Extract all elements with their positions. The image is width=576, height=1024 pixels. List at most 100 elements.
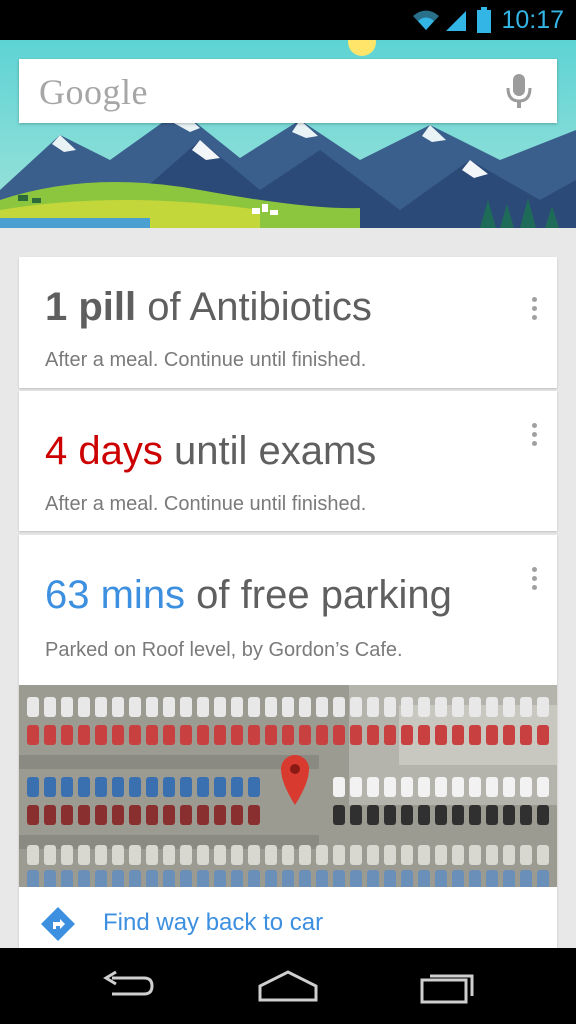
find-car-label: Find way back to car bbox=[103, 909, 324, 936]
parked-car bbox=[129, 777, 141, 797]
overflow-menu-icon[interactable] bbox=[529, 567, 539, 597]
headline-rest: of free parking bbox=[185, 573, 452, 617]
parking-map[interactable] bbox=[19, 685, 557, 887]
back-icon[interactable] bbox=[98, 964, 158, 1008]
parked-car bbox=[333, 697, 345, 717]
microphone-icon[interactable] bbox=[505, 73, 533, 109]
exams-card[interactable]: 4 days until exams After a meal. Continu… bbox=[19, 391, 557, 531]
parked-car bbox=[44, 777, 56, 797]
medication-card[interactable]: 1 pill of Antibiotics After a meal. Cont… bbox=[19, 257, 557, 388]
parked-car bbox=[27, 697, 39, 717]
parked-car bbox=[197, 805, 209, 825]
parked-car bbox=[44, 805, 56, 825]
parked-car bbox=[367, 805, 379, 825]
parked-car bbox=[537, 777, 549, 797]
parked-car bbox=[503, 845, 515, 865]
parked-car bbox=[61, 845, 73, 865]
parked-car bbox=[163, 777, 175, 797]
signal-icon bbox=[446, 11, 466, 31]
parked-car bbox=[27, 725, 39, 745]
directions-icon bbox=[41, 907, 75, 941]
parked-car bbox=[401, 845, 413, 865]
parked-car bbox=[452, 697, 464, 717]
parked-car bbox=[299, 845, 311, 865]
parked-car bbox=[316, 870, 328, 887]
parked-car bbox=[163, 725, 175, 745]
parked-car bbox=[316, 697, 328, 717]
parked-car bbox=[503, 870, 515, 887]
parked-car bbox=[248, 870, 260, 887]
parked-car bbox=[61, 697, 73, 717]
wifi-icon bbox=[413, 10, 439, 30]
parked-car bbox=[146, 845, 158, 865]
parked-car bbox=[486, 845, 498, 865]
headline-emphasis: 63 mins bbox=[45, 573, 186, 617]
parked-car bbox=[248, 697, 260, 717]
overflow-menu-icon[interactable] bbox=[529, 297, 539, 327]
parked-car bbox=[350, 697, 362, 717]
parked-car bbox=[418, 777, 430, 797]
parked-car bbox=[537, 845, 549, 865]
parked-car bbox=[452, 777, 464, 797]
parked-car bbox=[333, 725, 345, 745]
parked-car bbox=[146, 725, 158, 745]
parked-car bbox=[435, 870, 447, 887]
parked-car bbox=[78, 697, 90, 717]
parked-car bbox=[350, 845, 362, 865]
home-icon[interactable] bbox=[256, 964, 320, 1008]
parked-car bbox=[486, 697, 498, 717]
parked-car bbox=[401, 777, 413, 797]
parked-car bbox=[435, 777, 447, 797]
parked-car bbox=[112, 777, 124, 797]
parked-car bbox=[469, 870, 481, 887]
parked-car bbox=[452, 845, 464, 865]
parked-car bbox=[197, 777, 209, 797]
headline-rest: until exams bbox=[162, 429, 377, 473]
parked-car bbox=[27, 870, 39, 887]
parked-car bbox=[27, 845, 39, 865]
parked-car bbox=[520, 725, 532, 745]
parked-car bbox=[129, 725, 141, 745]
parked-car bbox=[61, 805, 73, 825]
parked-car bbox=[520, 697, 532, 717]
parked-car bbox=[520, 845, 532, 865]
parked-car bbox=[299, 870, 311, 887]
recent-apps-icon[interactable] bbox=[418, 964, 478, 1008]
parked-car bbox=[248, 777, 260, 797]
parked-car bbox=[384, 697, 396, 717]
parked-car bbox=[503, 777, 515, 797]
parked-car bbox=[197, 725, 209, 745]
parked-car bbox=[282, 845, 294, 865]
parked-car bbox=[384, 725, 396, 745]
parked-car bbox=[214, 870, 226, 887]
card-subtitle: After a meal. Continue until finished. bbox=[45, 493, 367, 515]
parked-car bbox=[350, 870, 362, 887]
parked-car bbox=[486, 725, 498, 745]
parked-car bbox=[248, 725, 260, 745]
parked-car bbox=[299, 697, 311, 717]
parked-car bbox=[78, 725, 90, 745]
parked-car bbox=[299, 725, 311, 745]
parked-car bbox=[503, 805, 515, 825]
find-car-action[interactable]: Find way back to car bbox=[19, 887, 557, 955]
parked-car bbox=[112, 845, 124, 865]
parking-card[interactable]: 63 mins of free parking Parked on Roof l… bbox=[19, 535, 557, 955]
parked-car bbox=[95, 725, 107, 745]
search-box[interactable]: Google bbox=[19, 59, 557, 123]
parked-car bbox=[350, 725, 362, 745]
parked-car bbox=[95, 870, 107, 887]
parked-car bbox=[350, 777, 362, 797]
overflow-menu-icon[interactable] bbox=[529, 423, 539, 453]
parked-car bbox=[452, 725, 464, 745]
parked-car bbox=[214, 845, 226, 865]
parked-car bbox=[61, 777, 73, 797]
parked-car bbox=[333, 845, 345, 865]
parked-car bbox=[367, 725, 379, 745]
google-logo: Google bbox=[39, 72, 148, 112]
headline-emphasis: 1 pill bbox=[45, 285, 137, 329]
parked-car bbox=[231, 697, 243, 717]
parked-car bbox=[384, 777, 396, 797]
parked-car bbox=[61, 725, 73, 745]
parked-car bbox=[520, 870, 532, 887]
parked-car bbox=[231, 870, 243, 887]
